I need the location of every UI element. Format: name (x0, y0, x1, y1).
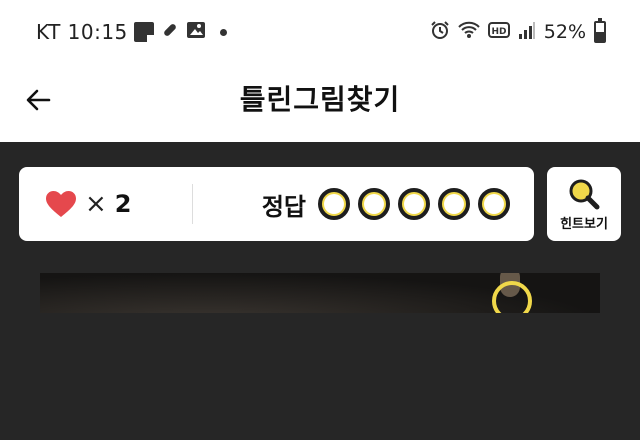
carrier-time: KT 10:15 (36, 20, 128, 44)
answer-slot (478, 188, 510, 220)
answer-slot (358, 188, 390, 220)
lives-indicator: × 2 (45, 167, 132, 241)
answers-label: 정답 (261, 192, 306, 221)
svg-text:HD: HD (491, 27, 506, 37)
dot-icon (219, 28, 227, 36)
times-icon: × (85, 189, 107, 219)
answer-slot (438, 188, 470, 220)
image-icon (186, 20, 206, 45)
app-header: 틀린그림찾기 (0, 62, 640, 142)
heart-icon (46, 191, 76, 217)
magnifier-icon (569, 179, 600, 209)
alarm-icon (430, 20, 450, 45)
note-icon (133, 22, 154, 42)
answer-slot (318, 188, 350, 220)
hd-icon: HD (487, 21, 510, 44)
answer-slots (318, 188, 510, 220)
puzzle-image[interactable] (40, 273, 600, 313)
divider (192, 184, 193, 224)
score-card: × 2 정답 (19, 167, 534, 241)
lives-count: 2 (114, 190, 132, 218)
answer-slot (398, 188, 430, 220)
battery-icon (594, 18, 606, 43)
answers-indicator: 정답 (262, 167, 510, 241)
status-right: HD 52% (430, 18, 606, 46)
found-marker (492, 281, 532, 313)
wifi-icon (458, 20, 480, 45)
hint-button[interactable]: 힌트보기 (547, 167, 621, 241)
status-bar: KT 10:15 HD 52% (0, 0, 640, 62)
status-left: KT 10:15 (36, 18, 227, 46)
signal-icon (518, 20, 536, 45)
page-title: 틀린그림찾기 (239, 83, 401, 116)
link-icon (160, 20, 180, 45)
hint-label: 힌트보기 (560, 216, 608, 232)
battery-percent: 52% (543, 21, 586, 43)
